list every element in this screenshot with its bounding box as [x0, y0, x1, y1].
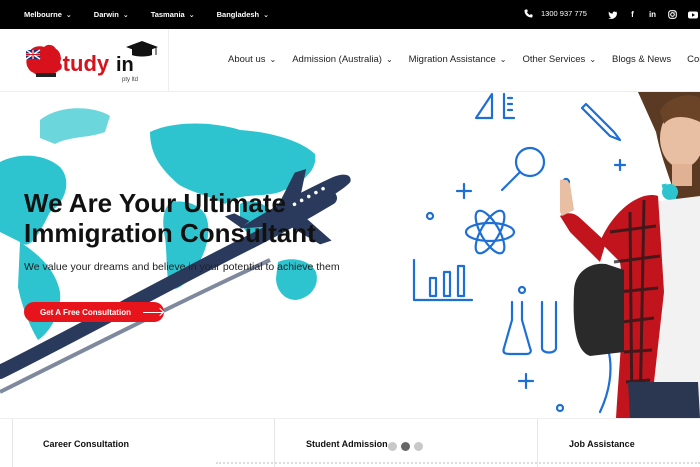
main-nav: About us ⌄ Admission (Australia) ⌄ Migra… — [228, 54, 700, 65]
cta-label: Get A Free Consultation — [40, 307, 131, 317]
nav-item-migration-assistance[interactable]: Migration Assistance ⌄ — [409, 54, 507, 65]
hero-slider: We Are Your Ultimate Immigration Consult… — [0, 92, 700, 418]
carousel-dots — [388, 442, 423, 451]
instagram-icon[interactable] — [667, 9, 678, 20]
phone-icon — [524, 9, 533, 18]
nav-label: Admission (Australia) — [292, 54, 382, 65]
site-header: Study in pty ltd About us ⌄ Admission (A… — [0, 29, 700, 92]
service-label: Student Admission — [306, 438, 388, 449]
nav-label: Blogs & News — [612, 54, 672, 65]
chevron-down-icon: ⌄ — [589, 55, 597, 64]
carousel-dot[interactable] — [388, 442, 397, 451]
nav-label: Other Services — [522, 54, 586, 65]
chevron-down-icon: ⌄ — [122, 11, 129, 19]
chevron-down-icon: ⌄ — [65, 11, 72, 19]
arrow-right-icon — [142, 311, 163, 313]
phone-link[interactable]: 1300 937 775 — [524, 9, 587, 18]
hero-subtitle: We value your dreams and believe in your… — [24, 261, 340, 273]
dotted-divider — [216, 462, 700, 464]
nav-item-blogs-news[interactable]: Blogs & News — [612, 54, 671, 65]
facebook-icon[interactable]: f — [627, 9, 638, 20]
twitter-icon[interactable] — [607, 9, 618, 20]
service-student-admission[interactable]: Student Admission — [306, 419, 388, 467]
social-links: f in — [607, 9, 698, 20]
chevron-down-icon: ⌄ — [499, 55, 507, 64]
carousel-dot-active[interactable] — [401, 442, 410, 451]
nav-label: Migration Assistance — [408, 54, 496, 65]
top-bar: Melbourne ⌄ Darwin ⌄ Tasmania ⌄ Banglade… — [0, 0, 700, 29]
linkedin-icon[interactable]: in — [647, 9, 658, 20]
nav-label: Contact — [687, 54, 700, 65]
location-dropdown-melbourne[interactable]: Melbourne ⌄ — [24, 10, 72, 19]
nav-item-contact[interactable]: Contact — [687, 54, 700, 65]
service-job-assistance[interactable]: Job Assistance — [569, 419, 635, 467]
location-dropdown-bangladesh[interactable]: Bangladesh ⌄ — [217, 10, 269, 19]
location-dropdown-darwin[interactable]: Darwin ⌄ — [94, 10, 129, 19]
service-divider — [12, 419, 13, 467]
carousel-dot[interactable] — [414, 442, 423, 451]
chevron-down-icon: ⌄ — [263, 11, 269, 19]
location-label: Bangladesh — [216, 10, 260, 19]
service-divider — [274, 419, 275, 467]
phone-number: 1300 937 775 — [541, 9, 587, 18]
logo-wordmark-in: in — [116, 54, 134, 76]
logo-wordmark-study: Study — [48, 51, 110, 76]
service-divider — [537, 419, 538, 467]
site-logo[interactable]: Study in pty ltd — [22, 37, 158, 85]
location-label: Melbourne — [24, 10, 62, 19]
student-photo — [560, 92, 700, 418]
services-strip: Career Consultation Student Admission Jo… — [0, 418, 700, 467]
hero-title-line-2: Immigration Consultant — [24, 218, 316, 248]
location-label: Tasmania — [150, 10, 185, 19]
chevron-down-icon: ⌄ — [269, 55, 277, 64]
nav-item-other-services[interactable]: Other Services ⌄ — [522, 54, 596, 65]
chevron-down-icon: ⌄ — [188, 11, 195, 19]
location-label: Darwin — [93, 10, 119, 19]
nav-item-about-us[interactable]: About us ⌄ — [228, 54, 276, 65]
free-consultation-button[interactable]: Get A Free Consultation — [24, 302, 164, 322]
chevron-down-icon: ⌄ — [385, 55, 393, 64]
hero-title-line-1: We Are Your Ultimate — [24, 188, 286, 218]
service-label: Job Assistance — [569, 438, 635, 449]
nav-item-admission[interactable]: Admission (Australia) ⌄ — [292, 54, 392, 65]
service-label: Career Consultation — [43, 438, 130, 449]
page: Melbourne ⌄ Darwin ⌄ Tasmania ⌄ Banglade… — [0, 0, 700, 467]
logo-tagline: pty ltd — [122, 77, 138, 83]
header-divider — [168, 29, 169, 92]
nav-label: About us — [228, 54, 266, 65]
hero-title: We Are Your Ultimate Immigration Consult… — [24, 188, 384, 248]
service-career-consultation[interactable]: Career Consultation — [43, 419, 129, 467]
youtube-icon[interactable] — [687, 9, 698, 20]
location-dropdown-tasmania[interactable]: Tasmania ⌄ — [151, 10, 195, 19]
